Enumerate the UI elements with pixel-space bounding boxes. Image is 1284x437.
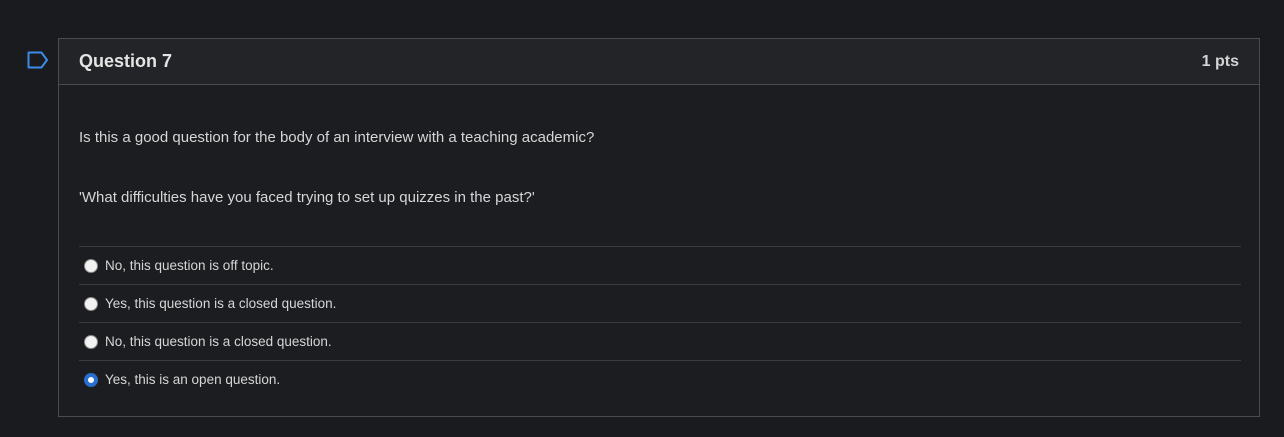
question-card: Question 7 1 pts Is this a good question… xyxy=(58,38,1260,417)
answer-option-1[interactable]: No, this question is off topic. xyxy=(79,247,1241,285)
radio-button[interactable] xyxy=(84,372,98,387)
radio-button[interactable] xyxy=(84,334,98,349)
answer-option-3[interactable]: No, this question is a closed question. xyxy=(79,323,1241,361)
answer-label: Yes, this is an open question. xyxy=(105,372,281,387)
quiz-page: Question 7 1 pts Is this a good question… xyxy=(0,0,1284,437)
question-points: 1 pts xyxy=(1201,52,1239,70)
answer-label: No, this question is off topic. xyxy=(105,258,274,273)
question-quote: 'What difficulties have you faced trying… xyxy=(79,189,535,206)
answer-label: No, this question is a closed question. xyxy=(105,334,332,349)
radio-button[interactable] xyxy=(84,258,98,273)
answer-option-4[interactable]: Yes, this is an open question. xyxy=(79,361,1241,398)
answer-list: No, this question is off topic. Yes, thi… xyxy=(79,246,1241,398)
question-prompt: Is this a good question for the body of … xyxy=(79,129,595,146)
answer-option-2[interactable]: Yes, this question is a closed question. xyxy=(79,285,1241,323)
answer-label: Yes, this question is a closed question. xyxy=(105,296,337,311)
bookmark-flag-icon[interactable] xyxy=(27,51,49,69)
question-title: Question 7 xyxy=(79,51,173,71)
radio-button[interactable] xyxy=(84,296,98,311)
question-header: Question 7 1 pts xyxy=(59,39,1259,85)
